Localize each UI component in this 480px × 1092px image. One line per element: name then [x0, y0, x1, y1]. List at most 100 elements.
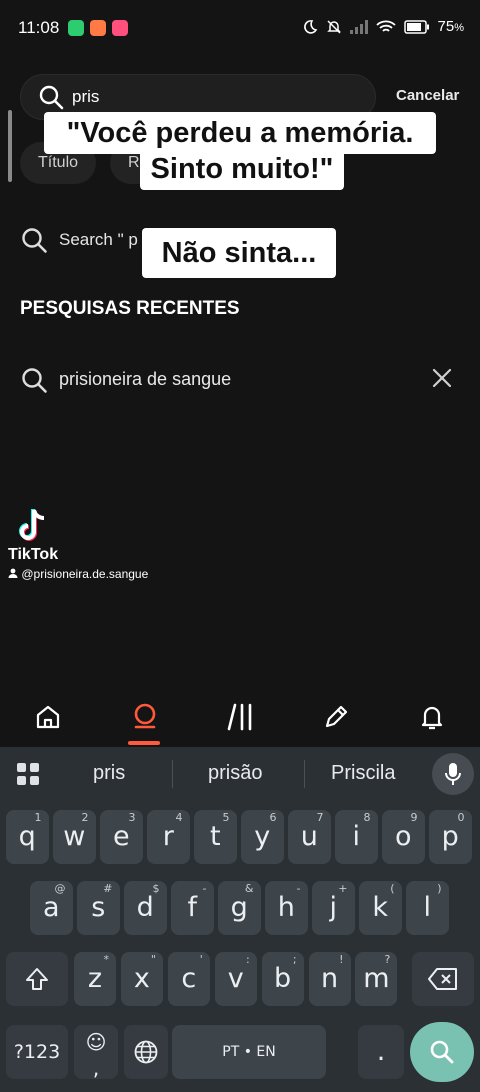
pencil-icon[interactable] — [322, 703, 350, 731]
bell-icon[interactable] — [418, 703, 446, 731]
video-call-icon — [90, 20, 106, 36]
library-icon[interactable] — [226, 703, 258, 731]
caption-line-1: "Você perdeu a memória. — [44, 112, 436, 154]
key-i[interactable]: i8 — [335, 810, 378, 864]
key-j[interactable]: j + — [312, 881, 355, 935]
key-b[interactable]: b; — [261, 952, 304, 1006]
search-icon — [39, 85, 64, 110]
key-secondary: 8 — [363, 811, 371, 824]
user-icon — [8, 568, 18, 578]
key-m[interactable]: m? — [355, 952, 398, 1006]
apps-grid-icon[interactable] — [16, 762, 40, 786]
bottom-nav — [0, 695, 480, 747]
microphone-icon — [445, 763, 461, 785]
key-secondary: 2 — [81, 811, 89, 824]
comma-glyph: , — [92, 1056, 100, 1080]
key-secondary: ; — [292, 953, 297, 966]
key-secondary: 5 — [222, 811, 230, 824]
key-l[interactable]: l) — [406, 881, 449, 935]
key-letter: c — [181, 963, 197, 994]
key-letter: i — [352, 821, 360, 852]
key-letter: t — [209, 821, 221, 852]
key-s[interactable]: s # — [77, 881, 120, 935]
search-icon — [22, 368, 47, 393]
key-c[interactable]: c ' — [167, 952, 210, 1006]
close-icon[interactable] — [430, 366, 454, 390]
search-icon — [22, 228, 47, 253]
recent-search-item[interactable]: prisioneira de sangue — [59, 369, 231, 390]
clock: 11:08 — [18, 18, 60, 37]
cancel-button[interactable]: Cancelar — [396, 87, 459, 104]
key-secondary: " — [150, 953, 156, 966]
key-letter: b — [274, 963, 292, 994]
key-secondary: * — [103, 953, 110, 966]
key-letter: y — [254, 821, 271, 852]
key-y[interactable]: y6 — [241, 810, 284, 864]
key-g[interactable]: g & — [218, 881, 261, 935]
key-h[interactable]: h- — [265, 881, 308, 935]
search-query: pris — [72, 87, 100, 106]
tiktok-username: @prisioneira.de.sangue — [8, 567, 148, 581]
key-secondary: 0 — [457, 811, 465, 824]
key-secondary: ? — [384, 953, 391, 966]
key-p[interactable]: p0 — [429, 810, 472, 864]
key-secondary: - — [296, 882, 301, 895]
search-icon[interactable] — [130, 701, 160, 731]
system-status: 75% — [302, 18, 464, 35]
keyboard-suggestion[interactable]: pris — [93, 762, 125, 785]
signal-icon — [349, 19, 368, 34]
key-t[interactable]: t5 — [194, 810, 237, 864]
key-secondary: + — [338, 882, 348, 895]
key-letter: w — [63, 821, 86, 852]
key-d[interactable]: d $ — [124, 881, 167, 935]
search-suggestion[interactable]: Search " p — [59, 230, 138, 250]
space-key[interactable]: PT • EN — [172, 1025, 326, 1079]
key-e[interactable]: e3 — [100, 810, 143, 864]
key-a[interactable]: a @ — [30, 881, 73, 935]
emoji-comma-key[interactable]: ☺ , — [74, 1025, 118, 1080]
caption-line-3: Não sinta... — [142, 228, 336, 278]
key-secondary: ' — [199, 953, 203, 966]
battery-level: 75% — [437, 18, 464, 35]
instagram-icon — [112, 20, 128, 36]
key-secondary: ( — [390, 882, 395, 895]
shift-key[interactable] — [6, 952, 68, 1006]
key-letter: r — [162, 821, 174, 852]
keyboard-suggestion[interactable]: prisão — [208, 762, 262, 785]
suggestion-divider — [172, 760, 173, 788]
key-r[interactable]: r4 — [147, 810, 190, 864]
battery-icon — [403, 19, 429, 34]
key-secondary: 7 — [316, 811, 324, 824]
key-v[interactable]: v: — [214, 952, 257, 1006]
key-letter: g — [230, 892, 248, 923]
period-key[interactable]: . — [358, 1025, 404, 1079]
key-k[interactable]: k( — [359, 881, 402, 935]
scroll-indicator — [8, 110, 12, 182]
key-n[interactable]: n! — [308, 952, 351, 1006]
symbols-key[interactable]: ?123 — [6, 1025, 68, 1079]
keyboard-suggestion[interactable]: Priscila — [331, 762, 395, 785]
search-key[interactable] — [410, 1022, 474, 1082]
key-z[interactable]: z * — [74, 952, 116, 1006]
key-x[interactable]: x " — [120, 952, 163, 1006]
backspace-key[interactable] — [412, 952, 474, 1006]
key-q[interactable]: q1 — [6, 810, 49, 864]
key-secondary: & — [244, 882, 254, 895]
mic-button[interactable] — [432, 753, 474, 795]
key-letter: n — [320, 963, 339, 994]
emoji-icon: ☺ — [85, 1030, 107, 1054]
key-letter: p — [441, 821, 459, 852]
key-w[interactable]: w2 — [53, 810, 96, 864]
caption-line-2: Sinto muito!" — [140, 150, 344, 190]
key-letter: e — [112, 821, 130, 852]
key-o[interactable]: o9 — [382, 810, 425, 864]
globe-icon — [134, 1040, 158, 1064]
key-f[interactable]: f- — [171, 881, 214, 935]
home-icon[interactable] — [34, 703, 62, 731]
key-letter: f — [187, 892, 197, 923]
key-letter: o — [394, 821, 412, 852]
key-u[interactable]: u7 — [288, 810, 331, 864]
key-letter: z — [87, 963, 103, 994]
language-key[interactable] — [124, 1025, 168, 1079]
key-letter: k — [372, 892, 389, 923]
